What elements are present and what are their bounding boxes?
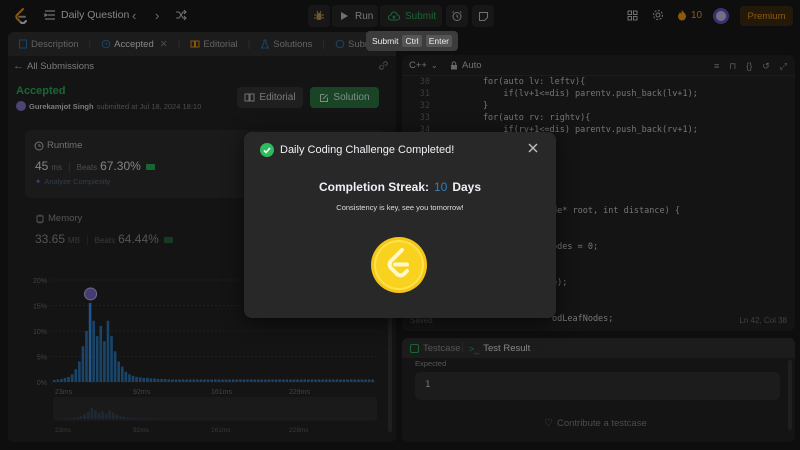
shortcut-key: Ctrl xyxy=(402,35,422,47)
tooltip-label: Submit xyxy=(371,36,399,46)
check-circle-icon xyxy=(260,143,274,157)
modal-title: Daily Coding Challenge Completed! xyxy=(280,144,455,156)
streak-unit: Days xyxy=(452,180,482,194)
close-modal-icon[interactable] xyxy=(526,141,540,158)
shortcut-key: Enter xyxy=(425,35,453,47)
streak-label: Completion Streak: xyxy=(318,180,429,194)
daily-challenge-modal: Daily Coding Challenge Completed! Comple… xyxy=(244,132,556,318)
leetcode-coin-icon xyxy=(370,236,428,294)
modal-message: Consistency is key, see you tomorrow! xyxy=(336,203,464,212)
completion-streak: Completion Streak: 10 Days xyxy=(244,180,556,194)
submit-shortcut-tooltip: Submit Ctrl Enter xyxy=(366,31,458,51)
streak-value: 10 xyxy=(433,180,448,194)
